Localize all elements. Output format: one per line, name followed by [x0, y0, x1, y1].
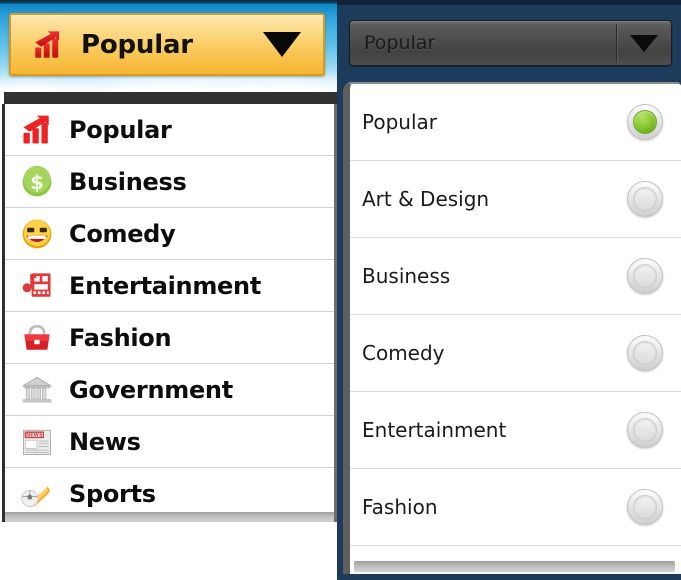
list-item[interactable]: Comedy: [5, 208, 334, 260]
list-item-label: News: [69, 427, 141, 456]
list-item-label: Entertainment: [69, 271, 261, 300]
left-panel: Popular Popular $ Business Comedy Entert…: [0, 0, 337, 580]
list-item-label: Entertainment: [362, 418, 507, 442]
left-background-fill: [0, 524, 337, 580]
radio-button[interactable]: [627, 104, 663, 140]
radio-dot: [633, 110, 657, 134]
chart-bars-icon: [31, 28, 65, 62]
newspaper-icon: NEWS: [19, 424, 55, 460]
list-item[interactable]: Fashion: [5, 312, 334, 364]
radio-button[interactable]: [627, 489, 663, 525]
list-item-label: Comedy: [69, 219, 176, 248]
dollar-coin-icon: $: [19, 164, 55, 200]
list-item[interactable]: Comedy: [350, 315, 681, 392]
list-item-label: Business: [69, 167, 187, 196]
right-top-strip: [337, 0, 681, 5]
list-item-label: Fashion: [362, 495, 438, 519]
chart-bars-icon: [19, 112, 55, 148]
right-panel: Popular Popular Art & Design Business Co…: [337, 0, 681, 580]
status-bar-strip: [0, 0, 337, 4]
dropdown-bottom-grip: [2, 512, 337, 522]
list-item[interactable]: Business: [350, 238, 681, 315]
bank-building-icon: [19, 372, 55, 408]
radio-dot: [633, 341, 657, 365]
spinner-caret-area[interactable]: [617, 34, 671, 52]
list-item[interactable]: $ Business: [5, 156, 334, 208]
list-item[interactable]: NEWS News: [5, 416, 334, 468]
list-item[interactable]: Art & Design: [350, 161, 681, 238]
popup-footer: [350, 546, 681, 574]
list-item-label: Fashion: [69, 323, 172, 352]
svg-text:$: $: [30, 171, 44, 194]
radio-dot: [633, 187, 657, 211]
list-item-label: Business: [362, 264, 451, 288]
list-item[interactable]: Fashion: [350, 469, 681, 546]
radio-dot: [633, 495, 657, 519]
dropdown-top-bar: [4, 92, 337, 104]
list-item[interactable]: Entertainment: [350, 392, 681, 469]
radio-dot: [633, 264, 657, 288]
list-item-label: Government: [69, 375, 233, 404]
list-item[interactable]: Popular: [350, 84, 681, 161]
chevron-down-icon: [630, 34, 658, 52]
dropdown-list[interactable]: Popular $ Business Comedy Entertainment …: [2, 104, 337, 520]
handbag-icon: [19, 320, 55, 356]
list-item-label: Popular: [362, 110, 437, 134]
list-item-label: Sports: [69, 480, 156, 508]
list-item[interactable]: Entertainment: [5, 260, 334, 312]
category-spinner-button[interactable]: Popular: [9, 13, 325, 76]
list-item-label: Art & Design: [362, 187, 490, 211]
list-item-label: Comedy: [362, 341, 445, 365]
category-spinner-dark[interactable]: Popular: [349, 20, 672, 66]
sports-ball-icon: [19, 476, 55, 512]
list-item[interactable]: Government: [5, 364, 334, 416]
list-item[interactable]: Popular: [5, 104, 334, 156]
radio-button[interactable]: [627, 412, 663, 448]
chevron-down-icon: [263, 32, 301, 57]
popup-bottom-grip: [354, 561, 675, 572]
laughing-face-icon: [19, 216, 55, 252]
radio-dot: [633, 418, 657, 442]
radio-button[interactable]: [627, 335, 663, 371]
radio-button[interactable]: [627, 181, 663, 217]
spinner-selected-label: Popular: [81, 29, 193, 60]
right-dropdown-popup[interactable]: Popular Art & Design Business Comedy Ent…: [343, 82, 681, 574]
screenshot-root: Popular Popular $ Business Comedy Entert…: [0, 0, 681, 580]
svg-text:NEWS: NEWS: [26, 432, 43, 438]
left-dropdown-popup: Popular $ Business Comedy Entertainment …: [0, 92, 337, 524]
spinner-selected-label: Popular: [364, 32, 436, 54]
film-music-icon: [19, 268, 55, 304]
radio-button[interactable]: [627, 258, 663, 294]
list-item-label: Popular: [69, 115, 172, 144]
